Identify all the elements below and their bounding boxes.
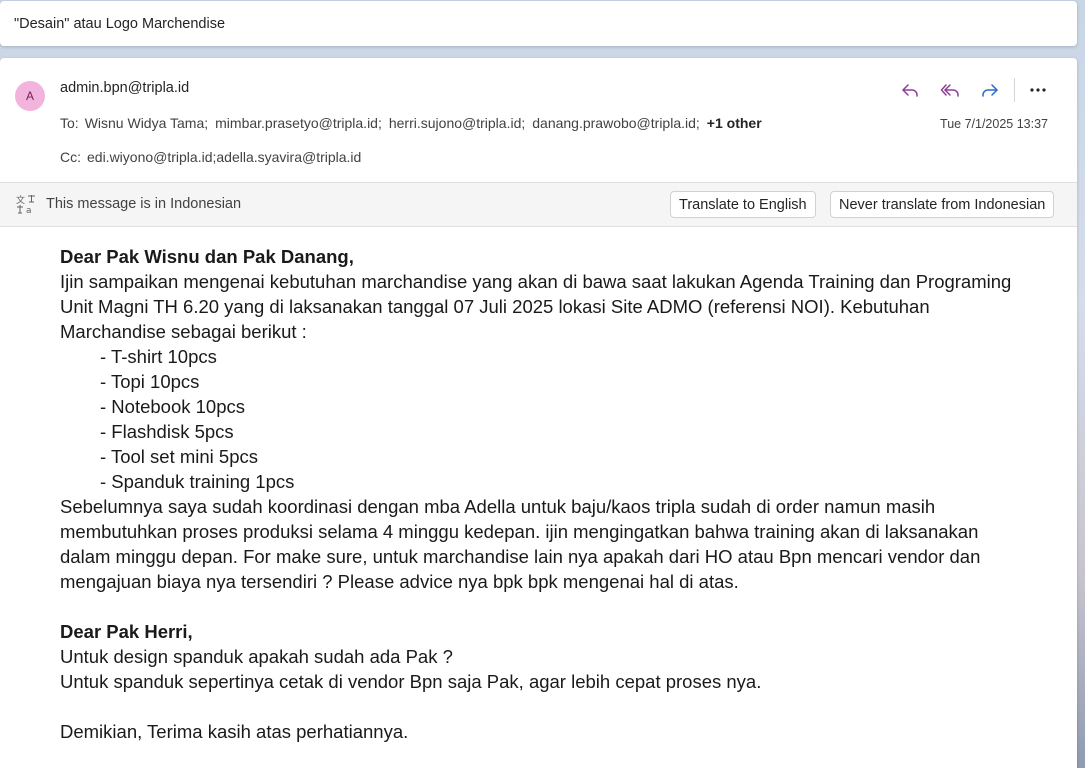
list-item: - Tool set mini 5pcs: [100, 446, 258, 467]
recipient[interactable]: Wisnu Widya Tama;: [85, 115, 208, 131]
message-body: Dear Pak Wisnu dan Pak Danang, Ijin samp…: [60, 244, 1060, 744]
svg-text:文: 文: [16, 194, 25, 206]
reply-all-icon: [940, 84, 959, 97]
recipient[interactable]: mimbar.prasetyo@tripla.id;: [215, 115, 382, 131]
to-recipients: To: Wisnu Widya Tama; mimbar.prasetyo@trip…: [60, 115, 762, 131]
never-translate-button[interactable]: Never translate from Indonesian: [830, 191, 1055, 218]
email-reading-pane: A admin.bpn@tripla.id To: Wisnu Widya Ta…: [0, 58, 1077, 768]
cc-recipient[interactable]: edi.wiyono@tripla.id;: [87, 149, 216, 165]
avatar-letter: A: [25, 89, 34, 103]
svg-text:a: a: [26, 206, 32, 215]
list-item: - Notebook 10pcs: [100, 396, 246, 417]
body-line: dalam minggu depan. For make sure, untuk…: [60, 546, 981, 567]
more-recipients-link[interactable]: +1 other: [707, 115, 762, 131]
more-icon: [1030, 88, 1046, 92]
sender-email[interactable]: admin.bpn@tripla.id: [60, 80, 189, 96]
translation-message: This message is in Indonesian: [46, 196, 242, 212]
recipient[interactable]: danang.prawobo@tripla.id;: [532, 115, 700, 131]
cc-recipient[interactable]: adella.syavira@tripla.id: [216, 149, 361, 165]
more-actions-button[interactable]: [1019, 75, 1057, 105]
body-line: Ijin sampaikan mengenai kebutuhan marcha…: [60, 271, 1012, 292]
list-item: - T-shirt 10pcs: [100, 346, 217, 367]
list-item: - Topi 10pcs: [100, 371, 200, 392]
list-item: - Flashdisk 5pcs: [100, 421, 234, 442]
reply-all-button[interactable]: [930, 75, 970, 105]
translation-bar: 文 a This message is in Indonesian Transl…: [0, 182, 1077, 227]
subject-text: "Desain" atau Logo Marchendise: [14, 15, 226, 32]
actions-divider: [1014, 78, 1015, 102]
greeting: Dear Pak Herri,: [60, 621, 193, 642]
sender-avatar[interactable]: A: [15, 81, 45, 111]
cc-recipients: Cc: edi.wiyono@tripla.id;adella.syavira@t…: [60, 149, 361, 165]
body-line: Untuk spanduk sepertinya cetak di vendor…: [60, 671, 762, 692]
body-line: Sebelumnya saya sudah koordinasi dengan …: [60, 496, 936, 517]
body-line: mengajuan biaya nya tersendiri ? Please …: [60, 571, 739, 592]
closing: Demikian, Terima kasih atas perhatiannya…: [60, 721, 409, 742]
forward-button[interactable]: [970, 75, 1010, 105]
body-line: Unit Magni TH 6.20 yang di laksanakan ta…: [60, 296, 930, 317]
translate-icon: 文 a: [16, 194, 35, 215]
greeting: Dear Pak Wisnu dan Pak Danang,: [60, 246, 354, 267]
email-subject: "Desain" atau Logo Marchendise: [0, 1, 1077, 46]
body-line: Marchandise sebagai berikut :: [60, 321, 307, 342]
forward-icon: [982, 84, 998, 97]
recipient[interactable]: herri.sujono@tripla.id;: [389, 115, 525, 131]
sent-date: Tue 7/1/2025 13:37: [940, 117, 1048, 131]
translate-to-english-button[interactable]: Translate to English: [670, 191, 816, 218]
cc-label: Cc:: [60, 149, 81, 165]
message-actions: [890, 75, 1057, 105]
body-line: membutuhkan proses produksi selama 4 min…: [60, 521, 979, 542]
to-label: To:: [60, 115, 79, 131]
list-item: - Spanduk training 1pcs: [100, 471, 295, 492]
body-line: Untuk design spanduk apakah sudah ada Pa…: [60, 646, 453, 667]
reply-icon: [902, 84, 918, 97]
reply-button[interactable]: [890, 75, 930, 105]
